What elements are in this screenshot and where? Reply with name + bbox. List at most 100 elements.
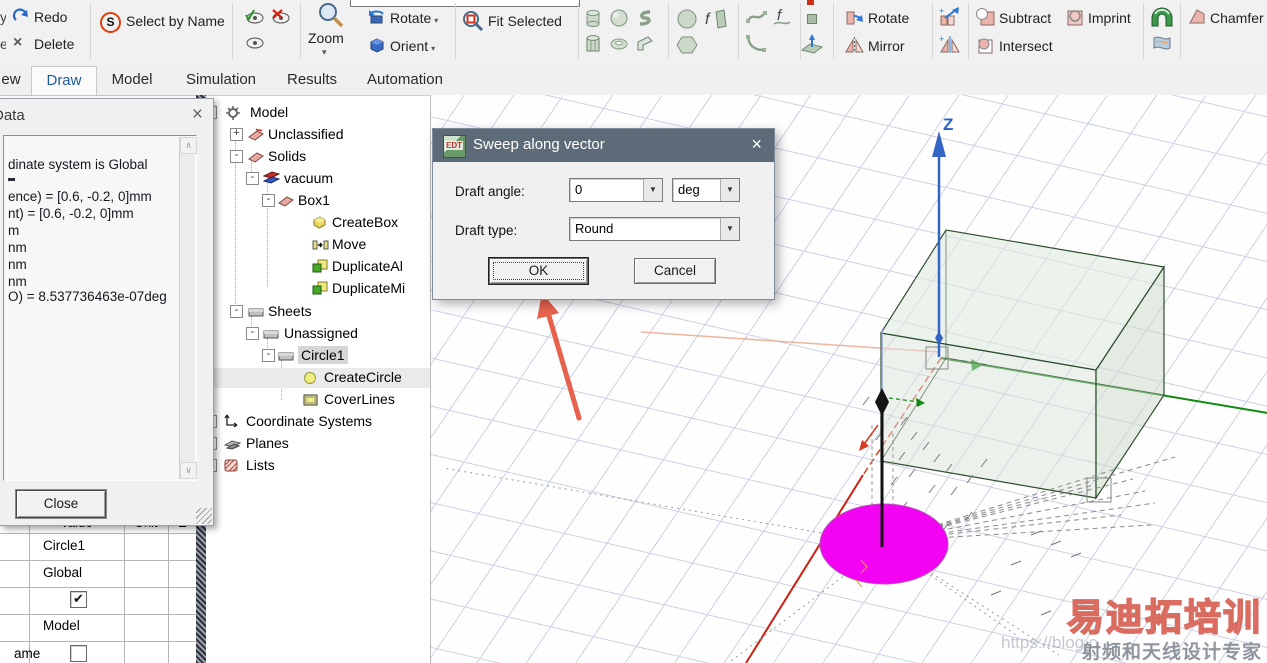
ribbon-separator xyxy=(1180,3,1181,59)
resize-grip[interactable] xyxy=(196,508,212,524)
rotate-operation-button[interactable]: Rotate xyxy=(868,10,909,26)
box1-solid[interactable] xyxy=(880,229,1166,500)
svg-text:f: f xyxy=(705,11,711,28)
hide-selection-icon[interactable] xyxy=(270,9,292,25)
surface-page-icon[interactable] xyxy=(1152,34,1172,52)
arc-tool-icon[interactable] xyxy=(745,34,767,54)
table-cell-name-value[interactable]: Circle1 xyxy=(43,538,85,553)
collapse-icon[interactable]: - xyxy=(230,305,243,318)
draft-angle-combobox[interactable]: 0 ▼ xyxy=(569,178,663,202)
show-all-icon[interactable] xyxy=(244,35,266,51)
select-by-name-button[interactable]: Select by Name xyxy=(126,13,225,29)
equation-surface-tool-icon[interactable]: f xyxy=(704,8,730,30)
tree-item-createcircle[interactable]: CreateCircle xyxy=(324,368,430,386)
tree-item-unassigned[interactable]: Unassigned xyxy=(284,324,358,342)
tab-automation[interactable]: Automation xyxy=(356,66,454,94)
duplicate-mirror-icon[interactable]: + xyxy=(939,34,961,54)
tree-item-coverlines[interactable]: CoverLines xyxy=(324,390,395,408)
cut-point-tool-icon[interactable] xyxy=(807,0,814,5)
intersect-button[interactable]: Intersect xyxy=(999,38,1053,54)
tree-item-duplicatealongline[interactable]: DuplicateAl xyxy=(332,257,428,275)
mirror-icon xyxy=(845,36,864,54)
sweep-path-tool-icon[interactable] xyxy=(635,34,655,54)
polygon-tool-icon[interactable] xyxy=(676,34,698,56)
close-button[interactable]: Close xyxy=(16,490,106,518)
tree-item-sheets[interactable]: Sheets xyxy=(268,302,312,320)
subtract-button[interactable]: Subtract xyxy=(999,10,1051,26)
tree-item-coordinate-systems[interactable]: Coordinate Systems xyxy=(246,412,372,430)
orient-button[interactable]: Orient ▾ xyxy=(390,38,435,54)
mirror-button[interactable]: Mirror xyxy=(868,38,905,54)
tree-item-model[interactable]: Model xyxy=(250,103,288,121)
tab-simulation[interactable]: Simulation xyxy=(172,66,270,94)
tree-item-vacuum[interactable]: vacuum xyxy=(284,169,333,187)
tree-item-unclassified[interactable]: Unclassified xyxy=(268,125,343,143)
dropdown-arrow-icon[interactable]: ▼ xyxy=(643,179,662,201)
table-cell-group-value[interactable]: Model xyxy=(43,618,80,633)
cylinder-tool-icon[interactable] xyxy=(583,8,603,28)
torus-tool-icon[interactable] xyxy=(609,36,629,52)
plane-tool-icon[interactable] xyxy=(800,34,824,54)
collapse-icon[interactable]: - xyxy=(262,349,275,362)
tree-item-lists[interactable]: Lists xyxy=(246,456,275,474)
tree-item-planes[interactable]: Planes xyxy=(246,434,289,452)
tree-item-solids[interactable]: Solids xyxy=(268,147,306,165)
tree-item-circle1-selected[interactable]: Circle1 xyxy=(298,346,348,364)
tab-draw[interactable]: Draw xyxy=(31,66,97,95)
ok-button[interactable]: OK xyxy=(489,258,588,284)
sphere-tool-icon[interactable] xyxy=(609,8,629,28)
properties-table: Value Unit E Circle1 Global ✔ Model ame xyxy=(0,514,197,663)
expand-icon[interactable]: + xyxy=(230,128,243,141)
collapse-icon[interactable]: - xyxy=(246,172,259,185)
unclassified-icon xyxy=(248,127,264,141)
zoom-dropdown-icon[interactable]: ▾ xyxy=(322,47,327,58)
spline-tool-icon[interactable] xyxy=(745,8,769,26)
tab-model[interactable]: Model xyxy=(100,66,164,94)
circle-tool-icon[interactable] xyxy=(676,8,698,30)
show-selection-icon[interactable] xyxy=(244,9,266,25)
collapse-icon[interactable]: - xyxy=(246,327,259,340)
data-line: ence) = [0.6, -0.2, 0]mm xyxy=(8,189,152,204)
wrap-sheet-icon[interactable] xyxy=(1149,4,1175,30)
fit-selected-button[interactable]: Fit Selected xyxy=(488,13,562,29)
rotate-view-button[interactable]: Rotate ▾ xyxy=(390,10,438,26)
draft-type-label: Draft type: xyxy=(455,223,518,238)
model-checkbox-checked[interactable]: ✔ xyxy=(70,591,87,608)
scroll-up-icon[interactable]: ∧ xyxy=(180,137,197,154)
imprint-button[interactable]: Imprint xyxy=(1088,10,1131,26)
collapse-icon[interactable]: - xyxy=(230,150,243,163)
delete-button[interactable]: Delete xyxy=(34,36,74,52)
tab-view[interactable]: ew xyxy=(0,66,22,94)
wireframe-checkbox-unchecked[interactable] xyxy=(70,645,87,662)
scrollbar[interactable]: ∧ ∨ xyxy=(179,137,197,479)
helix-tool-icon[interactable] xyxy=(635,8,655,28)
dropdown-arrow-icon[interactable]: ▼ xyxy=(720,218,739,240)
scroll-down-icon[interactable]: ∨ xyxy=(180,462,197,479)
point-tool-icon[interactable] xyxy=(807,14,817,24)
collapse-icon[interactable]: - xyxy=(262,194,275,207)
orient-icon xyxy=(368,36,385,53)
dialog-titlebar[interactable]: EDT Sweep along vector × xyxy=(433,129,774,162)
svg-text:+: + xyxy=(939,6,944,16)
circle1-sheet-selected[interactable] xyxy=(819,503,949,585)
cut-combobox[interactable] xyxy=(350,0,580,7)
duplicate-along-line-icon[interactable]: + xyxy=(939,6,961,26)
dropdown-arrow-icon[interactable]: ▼ xyxy=(720,179,739,201)
zoom-button[interactable]: Zoom xyxy=(308,30,344,46)
cancel-button[interactable]: Cancel xyxy=(634,258,716,284)
tab-results[interactable]: Results xyxy=(276,66,348,94)
draft-angle-unit-combobox[interactable]: deg ▼ xyxy=(672,178,740,202)
tree-item-createbox[interactable]: CreateBox xyxy=(332,213,398,231)
regular-polyhedron-tool-icon[interactable] xyxy=(583,34,603,54)
chamfer-button[interactable]: Chamfer xyxy=(1210,10,1267,26)
equation-curve-tool-icon[interactable]: f xyxy=(772,6,792,28)
redo-button[interactable]: Redo xyxy=(34,9,67,25)
draft-type-combobox[interactable]: Round ▼ xyxy=(569,217,740,241)
table-cell-orientation-value[interactable]: Global xyxy=(43,565,82,580)
dialog-close-icon[interactable]: × xyxy=(751,134,762,155)
tree-item-move[interactable]: Move xyxy=(332,235,366,253)
tree-item-duplicatemirror[interactable]: DuplicateMi xyxy=(332,279,428,297)
model-tree-panel: -Model +Unclassified -Solids -vacuum -Bo… xyxy=(206,95,430,663)
panel-close-icon[interactable]: × xyxy=(192,104,203,126)
tree-item-box1[interactable]: Box1 xyxy=(298,191,330,209)
